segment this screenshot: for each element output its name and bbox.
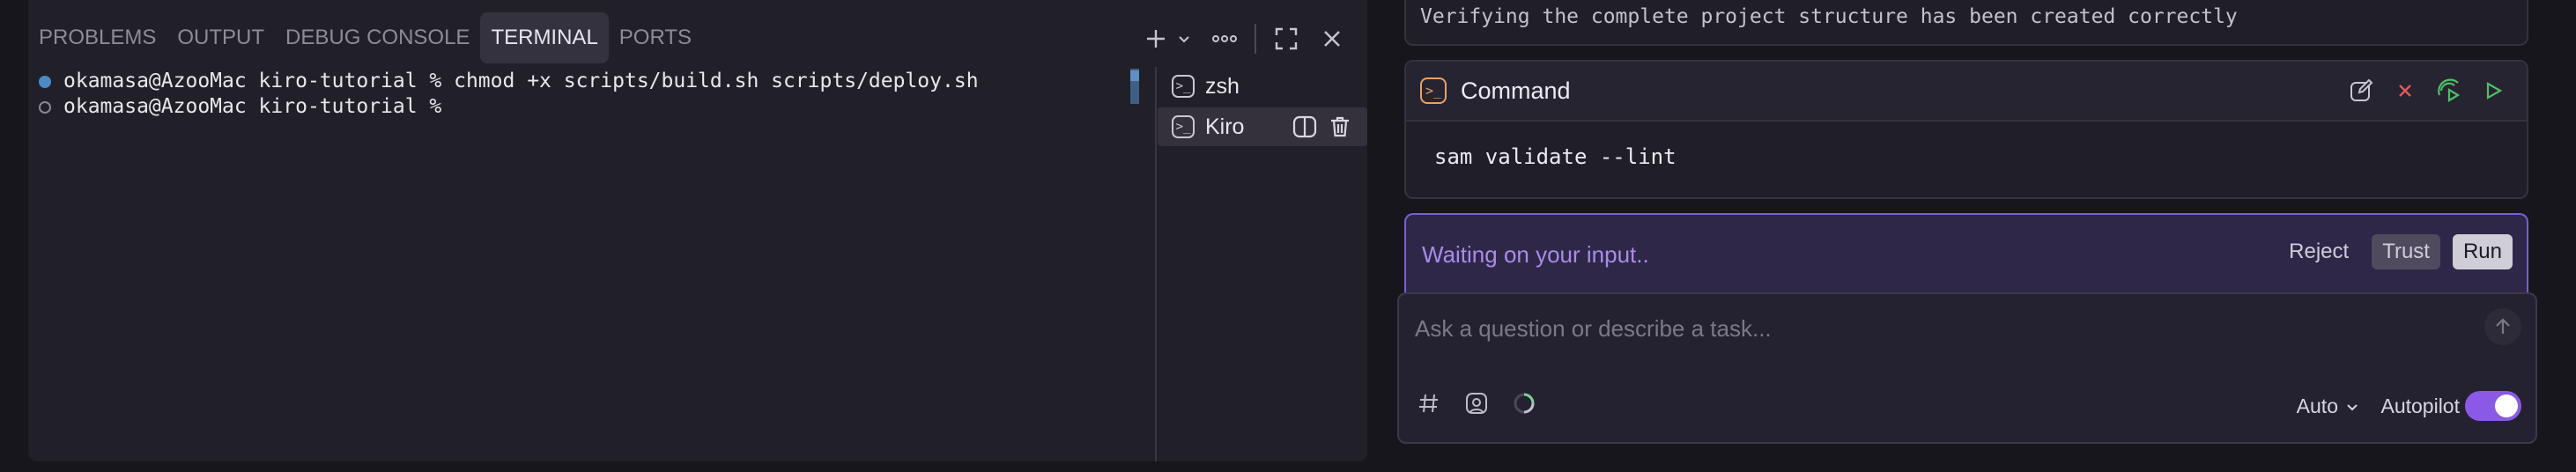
tab-output[interactable]: OUTPUT: [167, 12, 275, 63]
terminal-output[interactable]: okamasa@AzooMac kiro-tutorial % chmod +x…: [39, 69, 979, 120]
reject-x-icon[interactable]: [2389, 75, 2421, 107]
terminal-item-zsh[interactable]: >_ zsh: [1158, 67, 1367, 106]
tab-problems[interactable]: PROBLEMS: [28, 12, 167, 63]
split-terminal-icon[interactable]: [1290, 112, 1320, 142]
terminal-icon: >_: [1172, 115, 1195, 138]
mode-select-label: Auto: [2296, 395, 2338, 417]
chevron-down-icon: [2347, 403, 2358, 410]
terminal-list-divider: [1155, 67, 1157, 461]
command-text: sam validate --lint: [1434, 144, 1677, 169]
trust-button[interactable]: Trust: [2372, 234, 2440, 269]
plus-icon[interactable]: [1138, 21, 1173, 56]
trash-icon[interactable]: [1325, 112, 1355, 142]
edit-icon[interactable]: [2345, 75, 2377, 107]
terminal-line: okamasa@AzooMac kiro-tutorial % chmod +x…: [39, 69, 979, 94]
tab-debug-console[interactable]: DEBUG CONSOLE: [275, 12, 480, 63]
waiting-status-text: Waiting on your input..: [1422, 241, 1649, 268]
terminal-icon: >_: [1420, 77, 1447, 104]
send-button[interactable]: [2484, 308, 2521, 345]
more-icon[interactable]: [1207, 21, 1242, 56]
mode-select[interactable]: Auto: [2297, 395, 2359, 418]
chat-input[interactable]: Ask a question or describe a task...: [1415, 315, 1772, 343]
approval-banner: Waiting on your input.. Reject Trust Run: [1404, 213, 2528, 294]
terminal-item-label: zsh: [1205, 73, 1240, 99]
terminal-item-kiro[interactable]: >_ Kiro: [1158, 107, 1367, 146]
tab-ports[interactable]: PORTS: [609, 12, 702, 63]
command-actions: [2345, 75, 2509, 107]
trust-run-icon[interactable]: [2433, 75, 2465, 107]
autopilot-label: Autopilot: [2380, 395, 2460, 417]
terminal-line-text: okamasa@AzooMac kiro-tutorial % chmod +x…: [63, 70, 979, 92]
hash-context-icon[interactable]: [1415, 389, 1443, 417]
tab-terminal[interactable]: TERMINAL: [480, 12, 609, 63]
maximize-icon[interactable]: [1269, 21, 1304, 56]
reject-button[interactable]: Reject: [2278, 236, 2359, 268]
terminal-actions: [1138, 21, 1350, 56]
terminal-icon: >_: [1172, 75, 1195, 98]
toggle-knob: [2495, 395, 2518, 417]
run-button[interactable]: Run: [2452, 234, 2513, 269]
close-icon[interactable]: [1314, 21, 1350, 56]
composer-tools: [1415, 389, 1538, 417]
chat-panel: Verifying the complete project structure…: [1381, 0, 2576, 472]
command-pending-dot: [39, 100, 51, 114]
loading-spinner-icon: [1510, 389, 1538, 417]
command-card: >_ Command sam validate --lint: [1404, 60, 2528, 199]
autopilot-toggle[interactable]: [2465, 391, 2521, 421]
terminal-line: okamasa@AzooMac kiro-tutorial %: [39, 94, 979, 120]
run-play-icon[interactable]: [2477, 75, 2509, 107]
terminal-item-label: Kiro: [1205, 114, 1245, 139]
terminal-list: >_ zsh >_ Kiro: [1158, 67, 1367, 148]
chevron-down-icon[interactable]: [1173, 21, 1195, 56]
scrollbar-thumb[interactable]: [1130, 70, 1139, 81]
command-card-title: Command: [1461, 77, 1571, 104]
panel-tabs: PROBLEMS OUTPUT DEBUG CONSOLE TERMINAL P…: [28, 12, 702, 63]
arrow-up-icon: [2496, 318, 2510, 334]
approval-buttons: Reject Trust Run: [2278, 234, 2513, 269]
command-success-dot: [39, 75, 51, 88]
image-attach-icon[interactable]: [1462, 389, 1491, 417]
divider: [1255, 24, 1256, 54]
terminal-panel: PROBLEMS OUTPUT DEBUG CONSOLE TERMINAL P…: [28, 0, 1367, 461]
chat-composer[interactable]: Ask a question or describe a task... Aut…: [1397, 292, 2537, 444]
status-message-text: Verifying the complete project structure…: [1420, 5, 2238, 28]
status-message-card: Verifying the complete project structure…: [1404, 0, 2528, 46]
terminal-line-text: okamasa@AzooMac kiro-tutorial %: [63, 95, 455, 118]
command-card-header: >_ Command: [1406, 62, 2527, 122]
